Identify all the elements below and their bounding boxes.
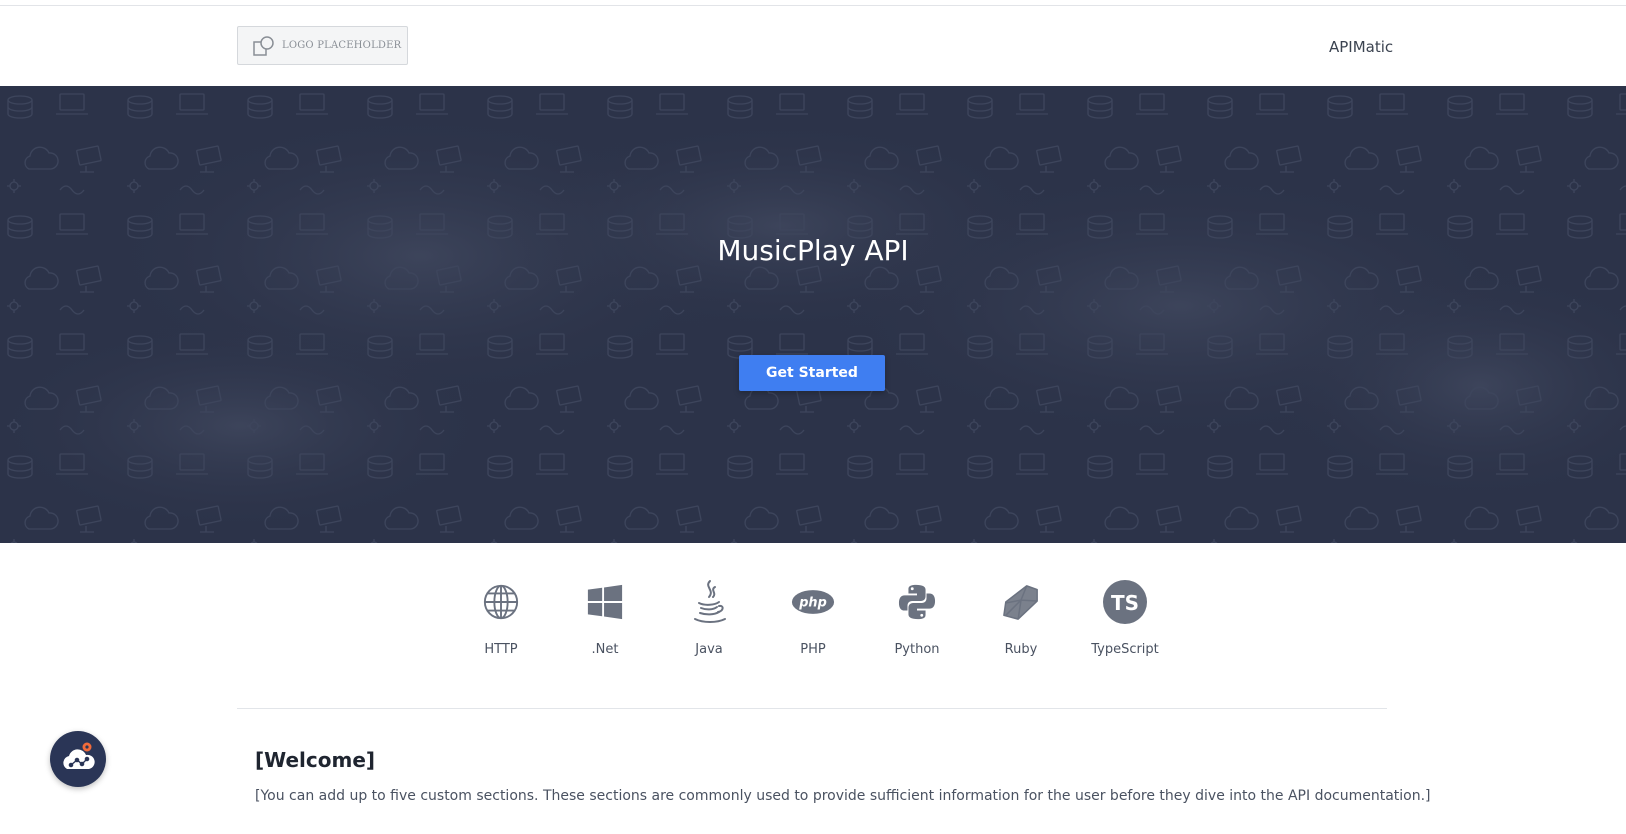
hero-banner: MusicPlay API Get Started [0,86,1626,543]
svg-text:php: php [798,596,827,611]
welcome-heading: [Welcome] [255,748,376,772]
logo-placeholder-icon [253,35,274,56]
language-label: Ruby [1004,642,1038,657]
cloud-gear-icon [63,742,95,769]
globe-icon [483,584,519,620]
logo[interactable]: LOGO PLACEHOLDER [237,26,408,65]
language-label: HTTP [484,642,518,657]
get-started-button[interactable]: Get Started [739,355,885,391]
ruby-icon [1003,585,1038,620]
language-label: PHP [800,642,826,657]
page-title: MusicPlay API [717,234,909,267]
logo-text: LOGO PLACEHOLDER [282,40,402,51]
language-dotnet[interactable]: .Net [553,580,657,657]
language-label: .Net [591,642,619,657]
java-icon [694,580,726,623]
typescript-icon: TS [1103,580,1147,624]
language-label: TypeScript [1091,642,1159,657]
php-icon: php [791,590,835,614]
language-selector: HTTP .Net Java php PHP Python Ruby TS Ty… [0,580,1626,657]
language-php[interactable]: php PHP [761,580,865,657]
site-header: LOGO PLACEHOLDER APIMatic [0,6,1626,86]
language-label: Java [695,642,723,657]
welcome-text: [You can add up to five custom sections.… [255,788,1431,804]
apimatic-link[interactable]: APIMatic [1329,38,1393,56]
svg-text:TS: TS [1111,591,1139,615]
python-icon [898,584,936,620]
language-python[interactable]: Python [865,580,969,657]
language-java[interactable]: Java [657,580,761,657]
section-divider [237,708,1387,709]
hero-background-pattern [0,86,1626,543]
assistant-button[interactable] [50,731,106,787]
language-http[interactable]: HTTP [449,580,553,657]
windows-icon [587,584,623,620]
language-label: Python [894,642,940,657]
language-ruby[interactable]: Ruby [969,580,1073,657]
language-typescript[interactable]: TS TypeScript [1073,580,1177,657]
